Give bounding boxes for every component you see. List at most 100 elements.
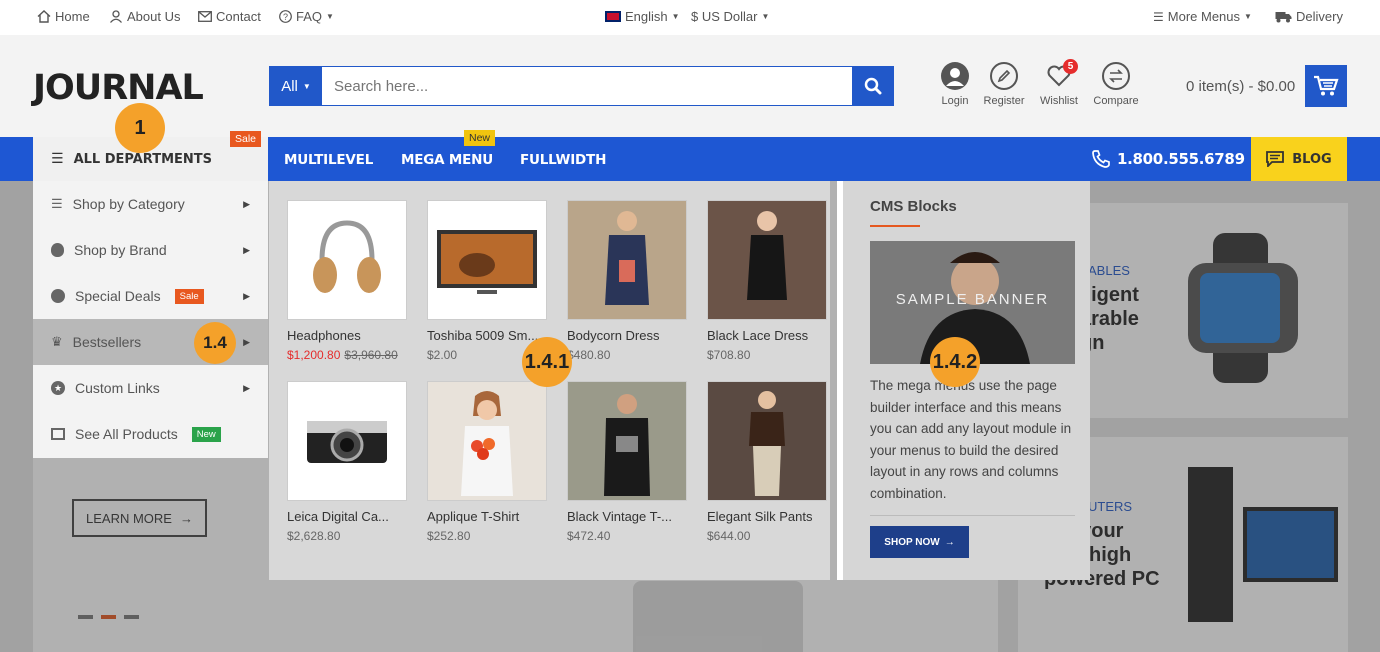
home-link[interactable]: Home <box>37 9 90 24</box>
chevron-right-icon: ▶ <box>243 290 250 301</box>
nav-multilevel[interactable]: MULTILEVEL <box>284 152 373 168</box>
home-icon <box>37 10 51 23</box>
wishlist-count-badge: 5 <box>1063 59 1078 74</box>
search-category-select[interactable]: All ▼ <box>270 67 322 105</box>
product-card[interactable]: Applique T-Shirt $252.80 <box>427 381 555 543</box>
product-name[interactable]: Applique T-Shirt <box>427 509 555 524</box>
crown-icon: ♛ <box>51 334 63 349</box>
search-input[interactable] <box>322 67 852 105</box>
contact-label: Contact <box>216 9 261 24</box>
dept-item-shop-by-brand[interactable]: Shop by Brand ▶ <box>33 227 268 273</box>
product-card[interactable]: Bodycorn Dress $480.80 <box>567 200 695 362</box>
product-name[interactable]: Headphones <box>287 328 415 343</box>
blog-button[interactable]: BLOG <box>1251 137 1347 181</box>
faq-label: FAQ <box>296 9 323 24</box>
arrow-right-icon: → <box>944 536 955 548</box>
title-underline <box>870 225 920 227</box>
mail-icon <box>198 11 212 22</box>
phone-label: 1.800.555.6789 <box>1117 150 1245 168</box>
product-name[interactable]: Black Lace Dress <box>707 328 835 343</box>
wishlist-button[interactable]: 5 Wishlist <box>1029 59 1089 107</box>
product-image[interactable] <box>707 200 827 320</box>
more-menus[interactable]: ☰ More Menus ▼ <box>1153 9 1252 24</box>
product-name[interactable]: Elegant Silk Pants <box>707 509 835 524</box>
chat-icon <box>1266 151 1285 167</box>
product-card[interactable]: Elegant Silk Pants $644.00 <box>707 381 835 543</box>
step-marker: 1.4 <box>194 322 236 364</box>
cart-button[interactable] <box>1305 65 1347 107</box>
blog-label: BLOG <box>1292 151 1332 167</box>
divider <box>870 515 1075 516</box>
product-image[interactable] <box>287 381 407 501</box>
contact-link[interactable]: Contact <box>198 9 261 24</box>
product-price: $472.40 <box>567 529 611 543</box>
product-card[interactable]: Headphones $1,200.80 $3,960.80 <box>287 200 415 362</box>
product-price: $1,200.80 $3,960.80 <box>287 348 415 362</box>
search-icon <box>864 77 881 95</box>
search-button[interactable] <box>852 67 893 105</box>
chevron-right-icon: ▶ <box>243 336 250 347</box>
product-image[interactable] <box>567 381 687 501</box>
cart-summary[interactable]: 0 item(s) - $0.00 <box>1186 78 1295 95</box>
banner-text: SAMPLE BANNER <box>895 291 1050 308</box>
logo[interactable]: JOURNAL <box>33 68 204 108</box>
new-badge: New <box>464 130 496 146</box>
dept-item-special-deals[interactable]: Special Deals Sale ▶ <box>33 273 268 319</box>
language-select[interactable]: English ▼ <box>605 9 680 24</box>
svg-text:?: ? <box>283 12 288 22</box>
dept-item-shop-by-category[interactable]: ☰ Shop by Category ▶ <box>33 181 268 227</box>
product-image[interactable] <box>427 200 547 320</box>
currency-label: $ US Dollar <box>691 9 758 24</box>
currency-select[interactable]: $ US Dollar ▼ <box>691 9 769 24</box>
nav-fullwidth[interactable]: FULLWIDTH <box>520 152 606 168</box>
sale-price: $1,200.80 <box>287 348 341 362</box>
compare-icon <box>1102 62 1130 90</box>
old-price: $3,960.80 <box>344 348 398 362</box>
more-menus-label: More Menus <box>1167 9 1241 24</box>
product-price: $480.80 <box>567 348 611 362</box>
menu-lines-icon: ☰ <box>51 151 64 167</box>
product-image[interactable] <box>287 200 407 320</box>
compare-button[interactable]: Compare <box>1086 62 1146 107</box>
dept-item-label: Shop by Brand <box>74 242 167 258</box>
product-name[interactable]: Leica Digital Ca... <box>287 509 415 524</box>
chevron-right-icon: ▶ <box>243 198 250 209</box>
delivery-link[interactable]: Delivery <box>1275 9 1343 24</box>
cms-description: The mega menus use the page builder inte… <box>870 378 1072 501</box>
step-marker: 1.4.2 <box>930 337 980 387</box>
home-label: Home <box>55 9 90 24</box>
login-label: Login <box>941 95 969 107</box>
chevron-right-icon: ▶ <box>243 244 250 255</box>
apple-icon <box>51 243 64 257</box>
shop-now-button[interactable]: SHOP NOW → <box>870 526 969 558</box>
dept-item-label: Bestsellers <box>72 334 142 350</box>
register-label: Register <box>983 95 1025 107</box>
product-card[interactable]: Leica Digital Ca... $2,628.80 <box>287 381 415 543</box>
product-image[interactable] <box>567 200 687 320</box>
phone-number[interactable]: 1.800.555.6789 <box>1091 149 1245 169</box>
product-name[interactable]: Black Vintage T-... <box>567 509 695 524</box>
cms-title: CMS Blocks <box>870 198 957 215</box>
dept-item-see-all-products[interactable]: See All Products New <box>33 411 268 457</box>
product-price: $708.80 <box>707 348 751 362</box>
product-card[interactable]: Black Lace Dress $708.80 <box>707 200 835 362</box>
search-category-label: All <box>281 77 298 95</box>
product-image[interactable] <box>427 381 547 501</box>
dept-item-label: See All Products <box>75 426 178 442</box>
product-card[interactable]: Black Vintage T-... $472.40 <box>567 381 695 543</box>
product-name[interactable]: Bodycorn Dress <box>567 328 695 343</box>
product-card[interactable]: Toshiba 5009 Sm... $2.00 <box>427 200 555 362</box>
search-bar: All ▼ <box>269 66 894 106</box>
register-button[interactable]: Register <box>974 62 1034 107</box>
caret-down-icon: ▼ <box>326 12 334 21</box>
dept-item-custom-links[interactable]: ★ Custom Links ▶ <box>33 365 268 411</box>
nav-mega-menu[interactable]: MEGA MENU <box>401 152 493 168</box>
new-badge: New <box>191 426 221 442</box>
faq-link[interactable]: ? FAQ ▼ <box>279 9 334 24</box>
shop-now-label: SHOP NOW <box>884 536 940 548</box>
user-list-icon: ☰ <box>1153 9 1164 24</box>
caret-down-icon: ▼ <box>1244 12 1252 21</box>
wishlist-label: Wishlist <box>1040 95 1078 107</box>
about-link[interactable]: About Us <box>109 9 180 24</box>
product-image[interactable] <box>707 381 827 501</box>
